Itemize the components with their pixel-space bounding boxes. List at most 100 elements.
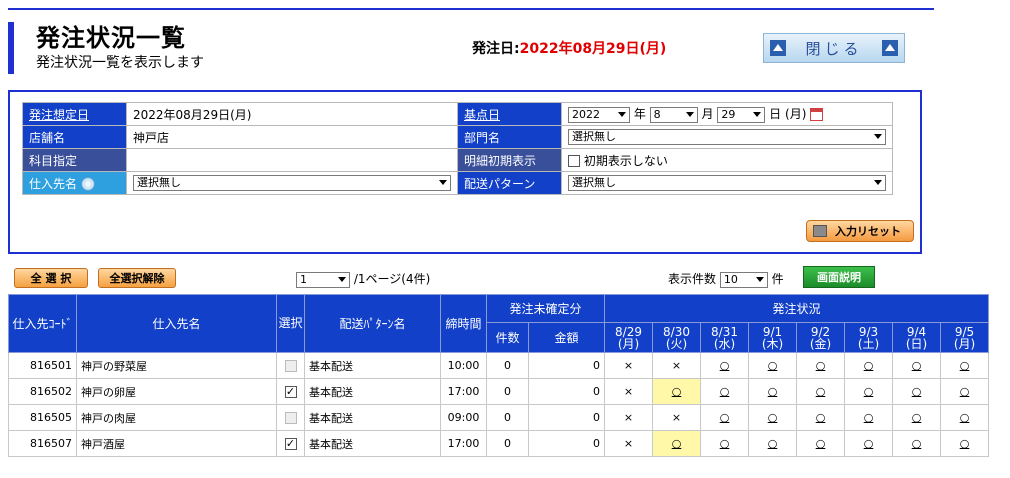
delivery-pattern: 基本配送 bbox=[304, 404, 441, 431]
select-cell bbox=[276, 404, 305, 431]
row-select-checkbox[interactable]: ✓ bbox=[284, 438, 297, 450]
deselect-all-button[interactable]: 全選択解除 bbox=[98, 268, 176, 288]
department-label: 部門名 bbox=[457, 125, 562, 149]
col-amount: 金額 bbox=[528, 322, 605, 353]
title-accent-bar bbox=[8, 22, 14, 74]
delivery-pattern-cell: 選択無し bbox=[561, 171, 893, 195]
col-supplier-code: 仕入先ｺｰﾄﾞ bbox=[8, 294, 77, 353]
row-select-checkbox[interactable]: ✓ bbox=[284, 386, 297, 398]
order-status-link[interactable]: ○ bbox=[652, 378, 701, 405]
unconfirmed-amount: 0 bbox=[528, 430, 605, 457]
arrow-up-icon bbox=[770, 40, 786, 56]
order-status-link[interactable]: ○ bbox=[940, 352, 989, 379]
order-status-cell: × bbox=[652, 404, 701, 431]
col-unconfirmed: 発注未確定分 bbox=[486, 294, 605, 323]
delivery-pattern: 基本配送 bbox=[304, 430, 441, 457]
calendar-icon[interactable] bbox=[810, 108, 824, 122]
department-cell: 選択無し bbox=[561, 125, 893, 149]
order-status-cell: × bbox=[604, 404, 653, 431]
row-select-checkbox[interactable] bbox=[284, 360, 297, 372]
year-suffix: 年 bbox=[633, 107, 646, 122]
col-count: 件数 bbox=[486, 322, 529, 353]
display-count-label: 表示件数 bbox=[668, 272, 717, 286]
select-cell: ✓ bbox=[276, 378, 305, 405]
col-date: 9/3 (土) bbox=[844, 322, 893, 353]
page-title: 発注状況一覧 bbox=[36, 24, 186, 52]
store-label: 店舗名 bbox=[22, 125, 127, 149]
order-status-link[interactable]: ○ bbox=[748, 378, 797, 405]
department-select[interactable]: 選択無し bbox=[568, 129, 886, 145]
detail-checkbox[interactable] bbox=[568, 155, 580, 167]
col-date: 9/5 (月) bbox=[940, 322, 989, 353]
order-status-link[interactable]: ○ bbox=[844, 430, 893, 457]
unconfirmed-amount: 0 bbox=[528, 404, 605, 431]
reset-icon bbox=[813, 225, 827, 237]
supplier-code: 816501 bbox=[8, 352, 77, 379]
col-order-status: 発注状況 bbox=[604, 294, 989, 323]
order-status-link[interactable]: ○ bbox=[748, 404, 797, 431]
deadline: 17:00 bbox=[440, 378, 487, 405]
order-status-link[interactable]: ○ bbox=[940, 404, 989, 431]
base-date-label[interactable]: 基点日 bbox=[457, 102, 562, 126]
order-status-link[interactable]: ○ bbox=[700, 430, 749, 457]
detail-label: 明細初期表示 bbox=[457, 148, 562, 172]
unconfirmed-amount: 0 bbox=[528, 378, 605, 405]
deadline: 09:00 bbox=[440, 404, 487, 431]
order-status-link[interactable]: ○ bbox=[892, 352, 941, 379]
display-count-select[interactable]: 10 bbox=[719, 271, 768, 288]
supplier-select[interactable]: 選択無し bbox=[133, 175, 451, 191]
order-status-link[interactable]: ○ bbox=[844, 352, 893, 379]
select-all-button[interactable]: 全 選 択 bbox=[14, 268, 88, 288]
base-day-select[interactable]: 29 bbox=[717, 106, 766, 123]
order-status-link[interactable]: ○ bbox=[652, 430, 701, 457]
order-status-link[interactable]: ○ bbox=[844, 378, 893, 405]
subject-label: 科目指定 bbox=[22, 148, 127, 172]
order-status-link[interactable]: ○ bbox=[796, 378, 845, 405]
table-row: 816502 神戸の卵屋 ✓ 基本配送 17:00 0 0 × ○ ○ ○ ○ ○ ○ ○ bbox=[8, 378, 989, 405]
magnifier-icon[interactable] bbox=[81, 177, 96, 191]
order-status-link[interactable]: ○ bbox=[892, 378, 941, 405]
col-date: 8/30 (火) bbox=[652, 322, 701, 353]
delivery-pattern-select[interactable]: 選択無し bbox=[568, 175, 886, 191]
order-status-link[interactable]: ○ bbox=[700, 352, 749, 379]
order-status-link[interactable]: ○ bbox=[700, 378, 749, 405]
page-select[interactable]: 1 bbox=[296, 271, 350, 288]
table-row: 816505 神戸の肉屋 基本配送 09:00 0 0 × × ○ ○ ○ ○ ○ ○ bbox=[8, 404, 989, 431]
base-month-select[interactable]: 8 bbox=[649, 106, 698, 123]
col-date: 8/31 (水) bbox=[700, 322, 749, 353]
order-status-link[interactable]: ○ bbox=[844, 404, 893, 431]
supplier-name: 神戸酒屋 bbox=[76, 430, 277, 457]
reset-button[interactable]: 入力リセット bbox=[806, 220, 914, 242]
supplier-name: 神戸の肉屋 bbox=[76, 404, 277, 431]
order-date: 発注日:2022年08月29日(月) bbox=[472, 38, 666, 58]
day-suffix: 日 bbox=[769, 107, 782, 122]
order-status-link[interactable]: ○ bbox=[892, 430, 941, 457]
deadline: 10:00 bbox=[440, 352, 487, 379]
planned-date-label[interactable]: 発注想定日 bbox=[22, 102, 127, 126]
col-select: 選択 bbox=[276, 294, 305, 353]
order-status-link[interactable]: ○ bbox=[796, 404, 845, 431]
order-status-link[interactable]: ○ bbox=[940, 430, 989, 457]
close-button[interactable]: 閉じる bbox=[763, 33, 905, 63]
help-button[interactable]: 画面説明 bbox=[803, 266, 875, 288]
supplier-code: 816502 bbox=[8, 378, 77, 405]
detail-checkbox-label: 初期表示しない bbox=[583, 153, 668, 168]
base-weekday: (月) bbox=[785, 107, 807, 122]
order-status-link[interactable]: ○ bbox=[892, 404, 941, 431]
col-date: 8/29 (月) bbox=[604, 322, 653, 353]
order-status-link[interactable]: ○ bbox=[940, 378, 989, 405]
order-date-value: 2022年08月29日(月) bbox=[519, 41, 667, 57]
order-status-link[interactable]: ○ bbox=[796, 352, 845, 379]
supplier-code: 816507 bbox=[8, 430, 77, 457]
delivery-pattern: 基本配送 bbox=[304, 352, 441, 379]
order-status-link[interactable]: ○ bbox=[748, 430, 797, 457]
order-status-link[interactable]: ○ bbox=[700, 404, 749, 431]
order-status-link[interactable]: ○ bbox=[796, 430, 845, 457]
base-year-select[interactable]: 2022 bbox=[568, 106, 630, 123]
page-selector: 1 /1ページ(4件) bbox=[296, 270, 430, 288]
unconfirmed-amount: 0 bbox=[528, 352, 605, 379]
supplier-name: 神戸の野菜屋 bbox=[76, 352, 277, 379]
planned-date-value: 2022年08月29日(月) bbox=[126, 102, 458, 126]
row-select-checkbox[interactable] bbox=[284, 412, 297, 424]
order-status-link[interactable]: ○ bbox=[748, 352, 797, 379]
